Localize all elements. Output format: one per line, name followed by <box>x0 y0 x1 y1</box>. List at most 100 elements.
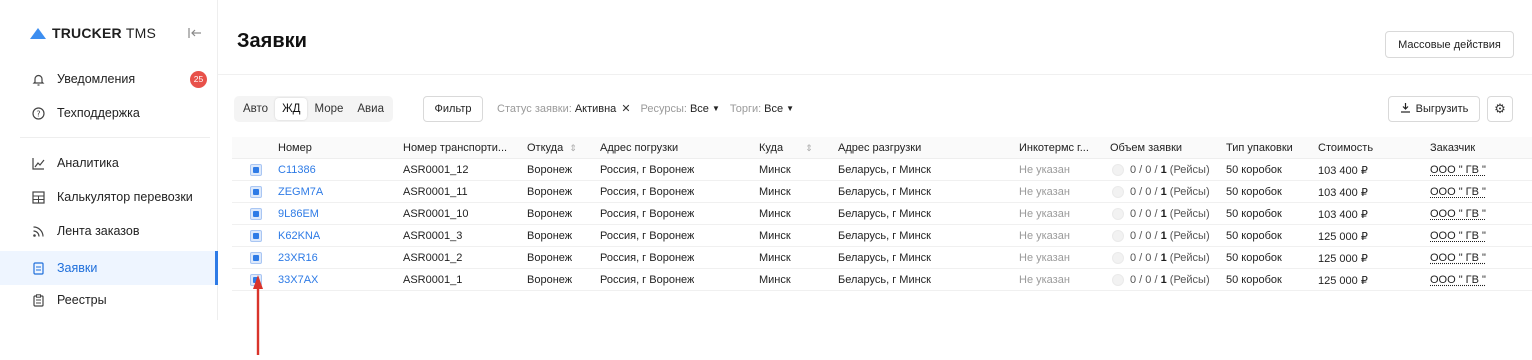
customer-link[interactable]: ООО " ГВ " <box>1430 203 1486 225</box>
auction-filter-value[interactable]: Все <box>764 103 783 115</box>
notifications-badge: 25 <box>190 70 207 88</box>
header-customer[interactable]: Заказчик <box>1430 137 1475 159</box>
clear-status-filter-icon[interactable]: ✕ <box>621 102 630 115</box>
sidebar-item-support[interactable]: ? Техподдержка <box>0 96 218 130</box>
chevron-down-icon[interactable]: ▼ <box>712 104 720 113</box>
volume-progress: 0 / 0 / <box>1130 186 1158 198</box>
tab-sea[interactable]: Море <box>307 98 350 120</box>
unload-address: Беларусь, г Минск <box>838 186 931 198</box>
sidebar-item-label: Реестры <box>57 293 107 307</box>
download-icon <box>1400 102 1411 116</box>
volume-value: 0 / 0 / 1 (Рейсы) <box>1112 269 1210 291</box>
export-button[interactable]: Выгрузить <box>1388 96 1480 122</box>
row-type-icon[interactable] <box>250 247 262 269</box>
row-type-icon[interactable] <box>250 225 262 247</box>
request-number-link[interactable]: 23XR16 <box>278 247 318 269</box>
sidebar-item-notifications[interactable]: Уведомления 25 <box>0 62 218 96</box>
sort-icon[interactable]: ⇕ <box>569 143 577 154</box>
cost-value: 125 000 ₽ <box>1318 252 1368 265</box>
volume-unit: (Рейсы) <box>1169 230 1210 242</box>
request-number-link[interactable]: 9L86EM <box>278 203 319 225</box>
header-divider <box>218 74 1532 75</box>
cost-value: 125 000 ₽ <box>1318 274 1368 287</box>
header-to[interactable]: Куда ⇕ <box>759 137 813 159</box>
from-city: Воронеж <box>527 164 573 176</box>
header-from[interactable]: Откуда ⇕ <box>527 137 577 159</box>
requests-icon <box>31 261 45 275</box>
header-load-address[interactable]: Адрес погрузки <box>600 137 678 159</box>
to-city: Минск <box>759 230 791 242</box>
unload-address: Беларусь, г Минск <box>838 252 931 264</box>
progress-ring-icon <box>1112 186 1124 198</box>
header-unload-address[interactable]: Адрес разгрузки <box>838 137 921 159</box>
filter-button[interactable]: Фильтр <box>423 96 483 122</box>
status-filter-value[interactable]: Активна <box>575 103 617 115</box>
row-type-icon[interactable] <box>250 181 262 203</box>
table-row[interactable]: 23XR16 ASR0001_2 Воронеж Россия, г Воронеж М… <box>232 247 1532 269</box>
tab-air[interactable]: Авиа <box>350 98 391 120</box>
table-settings-button[interactable]: ⚙ <box>1487 96 1513 122</box>
customer-link[interactable]: ООО " ГВ " <box>1430 181 1486 203</box>
header-transport-number[interactable]: Номер транспорти... <box>403 137 518 159</box>
volume-total: 1 <box>1160 230 1167 242</box>
resources-filter-label: Ресурсы: <box>640 102 687 115</box>
header-cost[interactable]: Стоимость <box>1318 137 1373 159</box>
table-row[interactable]: ZEGM7A ASR0001_11 Воронеж Россия, г Воронеж… <box>232 181 1532 203</box>
row-type-icon[interactable] <box>250 203 262 225</box>
transport-type-tabs: Авто ЖД Море Авиа <box>234 96 393 122</box>
header-volume[interactable]: Объем заявки <box>1110 137 1182 159</box>
customer-link[interactable]: ООО " ГВ " <box>1430 159 1486 181</box>
volume-value: 0 / 0 / 1 (Рейсы) <box>1112 225 1210 247</box>
table-row[interactable]: C11386 ASR0001_12 Воронеж Россия, г Воронеж… <box>232 159 1532 181</box>
logo-triangle-icon <box>30 27 46 39</box>
sidebar-item-analytics[interactable]: Аналитика <box>0 146 218 180</box>
sidebar-item-orders-feed[interactable]: Лента заказов <box>0 214 218 248</box>
transport-number: ASR0001_1 <box>403 274 463 286</box>
sidebar-item-requests[interactable]: Заявки <box>0 251 218 285</box>
feed-icon <box>31 224 45 238</box>
volume-value: 0 / 0 / 1 (Рейсы) <box>1112 181 1210 203</box>
transport-number: ASR0001_11 <box>403 186 468 198</box>
chevron-down-icon[interactable]: ▼ <box>786 104 794 113</box>
request-number-link[interactable]: K62KNA <box>278 225 320 247</box>
header-number[interactable]: Номер <box>278 137 312 159</box>
volume-total: 1 <box>1160 208 1167 220</box>
table-header: Номер Номер транспорти... Откуда ⇕ Адрес … <box>232 137 1532 159</box>
packaging-value: 50 коробок <box>1226 252 1282 264</box>
resources-filter-value[interactable]: Все <box>690 103 709 115</box>
tab-auto[interactable]: Авто <box>236 98 275 120</box>
table-row[interactable]: 9L86EM ASR0001_10 Воронеж Россия, г Воронеж… <box>232 203 1532 225</box>
from-city: Воронеж <box>527 274 573 286</box>
customer-link[interactable]: ООО " ГВ " <box>1430 269 1486 291</box>
progress-ring-icon <box>1112 230 1124 242</box>
sidebar-item-registries[interactable]: Реестры <box>0 283 218 317</box>
customer-link[interactable]: ООО " ГВ " <box>1430 225 1486 247</box>
header-incoterms[interactable]: Инкотермс г... <box>1019 137 1097 159</box>
sidebar-item-label: Заявки <box>57 261 98 275</box>
volume-unit: (Рейсы) <box>1169 274 1210 286</box>
request-number-link[interactable]: ZEGM7A <box>278 181 323 203</box>
progress-ring-icon <box>1112 252 1124 264</box>
auction-filter-label: Торги: <box>729 102 762 115</box>
calculator-icon <box>31 190 45 204</box>
sort-icon[interactable]: ⇕ <box>805 143 813 154</box>
request-number-link[interactable]: C11386 <box>278 159 316 181</box>
to-city: Минск <box>759 186 791 198</box>
collapse-sidebar-icon[interactable] <box>188 27 202 39</box>
volume-progress: 0 / 0 / <box>1130 274 1158 286</box>
table-row[interactable]: 33X7AX ASR0001_1 Воронеж Россия, г Воронеж М… <box>232 269 1532 291</box>
tab-rail[interactable]: ЖД <box>275 98 308 120</box>
header-from-label: Откуда <box>527 142 564 154</box>
brand-light: TMS <box>125 25 156 41</box>
request-number-link[interactable]: 33X7AX <box>278 269 318 291</box>
help-icon: ? <box>31 106 45 120</box>
row-type-icon[interactable] <box>250 159 262 181</box>
customer-link[interactable]: ООО " ГВ " <box>1430 247 1486 269</box>
app-logo[interactable]: TRUCKER TMS <box>30 25 156 41</box>
from-city: Воронеж <box>527 208 573 220</box>
header-packaging[interactable]: Тип упаковки <box>1226 137 1293 159</box>
sidebar-item-calculator[interactable]: Калькулятор перевозки <box>0 180 218 214</box>
table-row[interactable]: K62KNA ASR0001_3 Воронеж Россия, г Воронеж М… <box>232 225 1532 247</box>
unload-address: Беларусь, г Минск <box>838 208 931 220</box>
mass-actions-button[interactable]: Массовые действия <box>1385 31 1514 58</box>
